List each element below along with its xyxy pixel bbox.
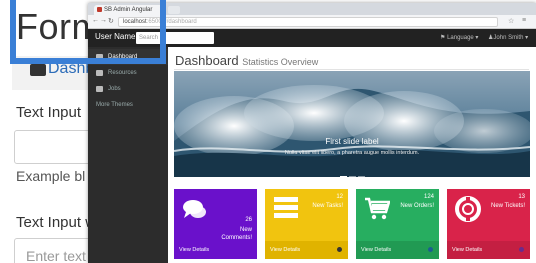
panel-orders: 124 New Orders! View Details — [356, 189, 439, 259]
sidebar-item-jobs[interactable]: Jobs — [88, 81, 168, 97]
panel-count: 124 — [423, 194, 434, 200]
arrow-circle-icon — [337, 247, 342, 252]
sidebar-item-label: Resources — [108, 70, 137, 76]
panel-label: New Comments! — [221, 227, 252, 241]
bookmark-star-icon[interactable]: ☆ — [508, 17, 514, 25]
panel-header: 13 New Tickets! — [447, 189, 530, 241]
panel-header: 124 New Orders! — [356, 189, 439, 241]
user-label: John Smith — [493, 35, 524, 41]
browser-menu-icon[interactable]: ≡ — [522, 17, 526, 24]
panel-header: 12 New Tasks! — [265, 189, 348, 241]
divider — [174, 69, 529, 70]
user-dropdown[interactable]: ♟John Smith ▾ — [488, 34, 528, 41]
panel-view-details[interactable]: View Details — [174, 241, 257, 259]
ocean-wave-image — [174, 71, 530, 177]
language-dropdown[interactable]: ⚑ Language ▾ — [440, 34, 478, 41]
resources-icon — [96, 70, 103, 76]
panel-view-details[interactable]: View Details — [356, 241, 439, 259]
help-text: Example bl — [16, 168, 86, 184]
sidebar-item-label: More Themes — [96, 102, 133, 108]
jobs-icon — [96, 86, 103, 92]
sidebar-item-resources[interactable]: Resources — [88, 65, 168, 81]
shopping-cart-icon — [365, 197, 390, 220]
image-carousel[interactable]: First slide label Nulla vitae elit liber… — [174, 71, 530, 177]
panel-header: 26 New Comments! — [174, 189, 257, 241]
carousel-indicators — [340, 165, 380, 177]
panel-count: 12 — [336, 194, 343, 200]
dashboard-subtitle: Statistics Overview — [242, 57, 319, 67]
carousel-caption-title: First slide label — [325, 137, 379, 146]
panel-count: 26 — [245, 217, 252, 223]
arrow-circle-icon — [428, 247, 433, 252]
tasks-icon — [274, 197, 298, 218]
view-details-label: View Details — [270, 247, 301, 253]
placeholder-text: Enter text — [26, 248, 86, 263]
carousel-caption-text: Nulla vitae elit libero, a pharetra augu… — [284, 150, 420, 156]
panel-label: New Tickets! — [490, 203, 525, 209]
panel-count: 13 — [518, 194, 525, 200]
carousel-indicator[interactable] — [340, 176, 347, 177]
dashboard-icon — [30, 64, 46, 76]
view-details-label: View Details — [361, 247, 392, 253]
panel-view-details[interactable]: View Details — [265, 241, 348, 259]
main-content: Dashboard Statistics Overview First slid… — [168, 47, 536, 263]
view-details-label: View Details — [179, 247, 210, 253]
highlight-frame — [10, 0, 166, 64]
new-tab-button[interactable] — [168, 6, 180, 14]
panel-tickets: 13 New Tickets! View Details — [447, 189, 530, 259]
comments-icon — [183, 200, 206, 218]
dashboard-heading: Dashboard Statistics Overview — [175, 53, 318, 68]
url-field[interactable]: localhost:6500/#/dashboard — [118, 17, 498, 27]
sidebar: Dashboard Resources Jobs More Themes — [88, 47, 168, 263]
view-details-label: View Details — [452, 247, 483, 253]
text-input-with-label-label: Text Input w — [16, 214, 97, 231]
panel-comments: 26 New Comments! View Details — [174, 189, 257, 259]
carousel-indicator[interactable] — [358, 176, 365, 177]
sidebar-item-more-themes[interactable]: More Themes — [88, 97, 168, 113]
panel-view-details[interactable]: View Details — [447, 241, 530, 259]
text-input-label: Text Input — [16, 104, 82, 121]
arrow-circle-icon — [519, 247, 524, 252]
panel-label: New Orders! — [400, 203, 434, 209]
sidebar-item-label: Jobs — [108, 86, 121, 92]
dashboard-title: Dashboard — [175, 53, 239, 68]
stage: Forms Dashb Text Input Example bl Text I… — [0, 0, 536, 263]
panel-tasks: 12 New Tasks! View Details — [265, 189, 348, 259]
language-label: Language — [447, 35, 474, 41]
carousel-indicator[interactable] — [349, 176, 356, 177]
globe-icon: ⚑ — [440, 35, 446, 41]
life-ring-icon — [455, 196, 481, 222]
panel-label: New Tasks! — [312, 203, 343, 209]
